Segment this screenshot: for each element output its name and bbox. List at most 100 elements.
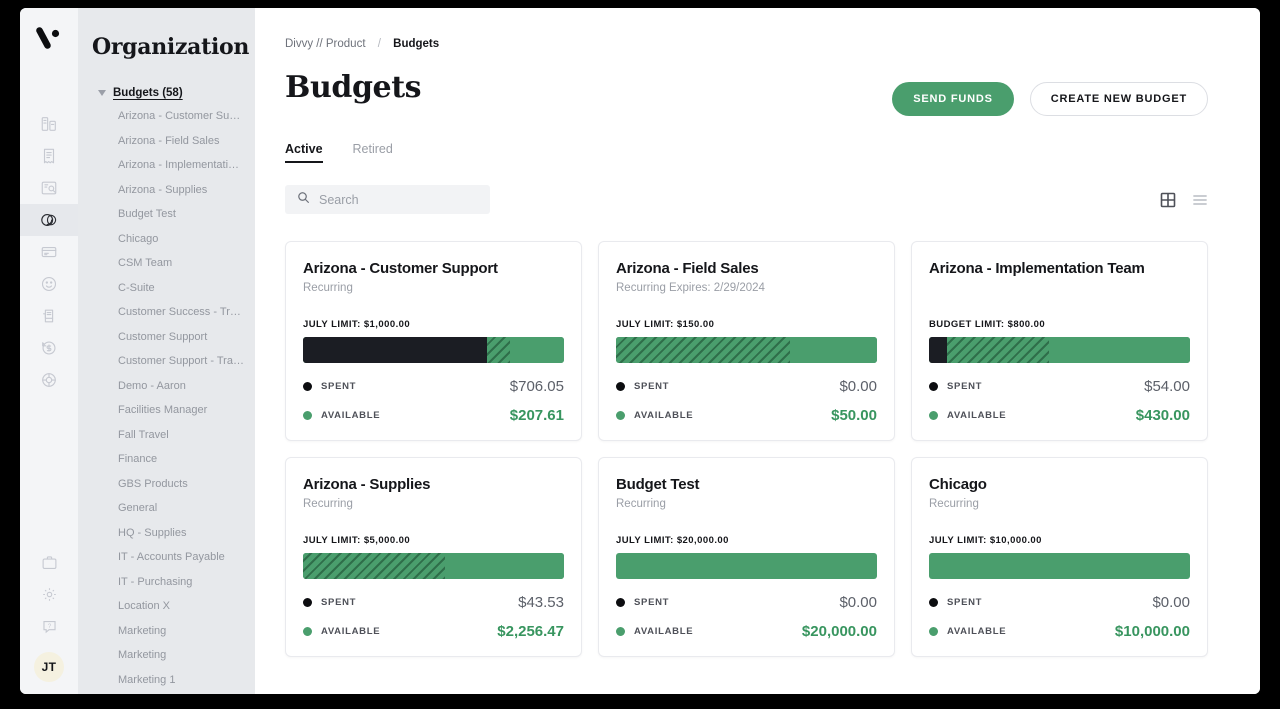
- breadcrumb-root[interactable]: Divvy // Product: [285, 38, 366, 50]
- available-row: AVAILABLE $10,000.00: [929, 623, 1190, 640]
- spent-row: SPENT $54.00: [929, 378, 1190, 395]
- spent-row: SPENT $0.00: [616, 378, 877, 395]
- list-view-icon[interactable]: [1192, 192, 1208, 208]
- sidebar-budget-item[interactable]: Demo - Aaron: [78, 374, 255, 399]
- spent-dot-icon: [616, 382, 625, 391]
- budget-limit-label: BUDGET LIMIT: $800.00: [929, 319, 1046, 330]
- spent-dot-icon: [929, 598, 938, 607]
- sidebar-budget-item[interactable]: GBS Products: [78, 472, 255, 497]
- available-label: AVAILABLE: [321, 626, 381, 637]
- budget-progress-bar: [616, 553, 877, 579]
- sidebar-budget-item[interactable]: IT - Accounts Payable: [78, 545, 255, 570]
- budget-limit-label: JULY LIMIT: $20,000.00: [616, 535, 729, 546]
- spent-dot-icon: [929, 382, 938, 391]
- sidebar-budget-item[interactable]: IT - Purchasing: [78, 570, 255, 595]
- breadcrumb-current: Budgets: [393, 38, 440, 50]
- sidebar-budget-item[interactable]: C-Suite: [78, 276, 255, 301]
- tree-header[interactable]: Budgets (58): [78, 82, 255, 104]
- tab-retired[interactable]: Retired: [353, 142, 393, 163]
- available-label: AVAILABLE: [634, 410, 694, 421]
- budget-card-subtitle: [929, 282, 1190, 296]
- help-icon[interactable]: ?: [20, 610, 78, 642]
- sidebar-budget-item[interactable]: Customer Support - Travel …: [78, 349, 255, 374]
- sidebar-title: Organization: [92, 34, 250, 60]
- budget-limit-label: JULY LIMIT: $1,000.00: [303, 319, 411, 330]
- avatar[interactable]: JT: [34, 652, 64, 682]
- app-window: ? JT Organization Budgets (58) Arizona -…: [20, 8, 1260, 694]
- budget-progress-bar: [616, 337, 877, 363]
- available-value: $2,256.47: [497, 623, 564, 640]
- tab-active[interactable]: Active: [285, 142, 323, 163]
- available-dot-icon: [929, 411, 938, 420]
- budget-card-title: Arizona - Implementation Team: [929, 260, 1145, 277]
- bill-pay-icon[interactable]: [20, 300, 78, 332]
- progress-segment-pending: [946, 337, 1050, 363]
- spent-row: SPENT $0.00: [929, 594, 1190, 611]
- sidebar-budget-item[interactable]: Customer Support: [78, 325, 255, 350]
- budget-card-grid: Arizona - Customer Support Recurring JULY …: [255, 214, 1260, 657]
- spent-label: SPENT: [947, 381, 983, 392]
- available-label: AVAILABLE: [634, 626, 694, 637]
- sidebar-budget-item[interactable]: Budget Test: [78, 202, 255, 227]
- sidebar-budget-item[interactable]: Finance: [78, 447, 255, 472]
- sidebar-budget-item[interactable]: CSM Team: [78, 251, 255, 276]
- sidebar-budget-item[interactable]: Arizona - Supplies: [78, 178, 255, 203]
- gear-icon[interactable]: [20, 578, 78, 610]
- spent-row: SPENT $0.00: [616, 594, 877, 611]
- divvy-logo[interactable]: [32, 22, 66, 56]
- send-funds-button[interactable]: SEND FUNDS: [892, 82, 1014, 116]
- tree-header-label: Budgets (58): [113, 87, 183, 99]
- sidebar-budget-item[interactable]: Marketing: [78, 643, 255, 668]
- sidebar-budget-item[interactable]: Arizona - Field Sales: [78, 129, 255, 154]
- budget-limit-label: JULY LIMIT: $150.00: [616, 319, 715, 330]
- rail-bottom-group: ? JT: [20, 546, 78, 688]
- sidebar-budget-item[interactable]: Marketing: [78, 619, 255, 644]
- tab-bar: Active Retired: [255, 116, 1260, 163]
- smiley-icon[interactable]: [20, 268, 78, 300]
- search-box[interactable]: [285, 185, 490, 214]
- sidebar-budget-item[interactable]: Arizona - Implementation T…: [78, 153, 255, 178]
- budget-card-title: Arizona - Customer Support: [303, 260, 498, 277]
- breadcrumb: Divvy // Product / Budgets: [255, 8, 1260, 50]
- cards-icon[interactable]: [20, 236, 78, 268]
- chevron-down-icon[interactable]: [98, 90, 106, 96]
- rail-icon-list: [20, 108, 78, 396]
- receipt-icon[interactable]: [20, 140, 78, 172]
- search-input[interactable]: [319, 192, 478, 207]
- spent-value: $706.05: [509, 378, 564, 395]
- sidebar-budget-item[interactable]: Location X: [78, 594, 255, 619]
- page-title: Budgets: [285, 70, 422, 105]
- sidebar-budget-item[interactable]: HQ - Supplies: [78, 521, 255, 546]
- sidebar-budget-item[interactable]: General: [78, 496, 255, 521]
- sidebar-budget-item[interactable]: Arizona - Customer Support: [78, 104, 255, 129]
- available-value: $207.61: [509, 407, 564, 424]
- transactions-icon[interactable]: [20, 172, 78, 204]
- available-dot-icon: [303, 627, 312, 636]
- budget-card[interactable]: Arizona - Customer Support Recurring JULY …: [285, 241, 582, 441]
- main-content: Divvy // Product / Budgets Budgets SEND …: [255, 8, 1260, 694]
- create-new-budget-button[interactable]: CREATE NEW BUDGET: [1029, 82, 1208, 116]
- available-label: AVAILABLE: [947, 626, 1007, 637]
- budgets-pie-icon[interactable]: [20, 204, 78, 236]
- grid-view-icon[interactable]: [1160, 192, 1176, 208]
- page-header: Budgets SEND FUNDS CREATE NEW BUDGET: [255, 50, 1260, 116]
- sidebar-budget-item[interactable]: Fall Travel: [78, 423, 255, 448]
- budget-card[interactable]: Budget Test Recurring JULY LIMIT: $20,000.…: [598, 457, 895, 657]
- budget-card[interactable]: Arizona - Field Sales Recurring Expires: …: [598, 241, 895, 441]
- briefcase-icon[interactable]: [20, 546, 78, 578]
- budget-card[interactable]: Arizona - Supplies Recurring JULY LIMIT: $…: [285, 457, 582, 657]
- sidebar-budget-item[interactable]: Chicago: [78, 227, 255, 252]
- org-chart-icon[interactable]: [20, 108, 78, 140]
- available-dot-icon: [616, 411, 625, 420]
- sidebar-budget-item[interactable]: Customer Success - Travel …: [78, 300, 255, 325]
- progress-segment-available: [616, 553, 877, 579]
- sidebar-budget-item[interactable]: Marketing 1: [78, 668, 255, 693]
- budget-card-title: Arizona - Supplies: [303, 476, 431, 493]
- available-value: $20,000.00: [801, 623, 877, 640]
- sidebar-budget-item[interactable]: Facilities Manager: [78, 398, 255, 423]
- rewards-icon[interactable]: [20, 364, 78, 396]
- spent-row: SPENT $43.53: [303, 594, 564, 611]
- budget-card[interactable]: Arizona - Implementation Team BUDGET LIMI…: [911, 241, 1208, 441]
- budget-card[interactable]: Chicago Recurring JULY LIMIT: $10,000.00 SP…: [911, 457, 1208, 657]
- reimbursements-icon[interactable]: [20, 332, 78, 364]
